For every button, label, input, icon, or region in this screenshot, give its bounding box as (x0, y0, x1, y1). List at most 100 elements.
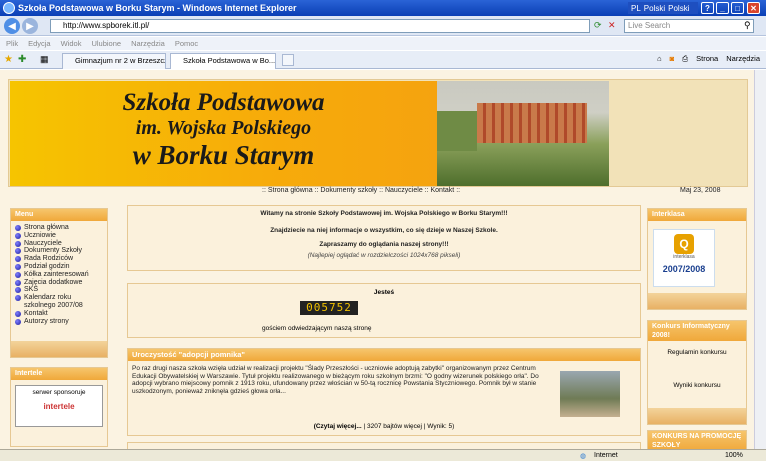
banner-line-2: im. Wojska Polskiego (135, 117, 312, 139)
tools-menu[interactable]: Narzędzia (726, 54, 760, 64)
sponsor-banner[interactable]: serwer sponsoruje intertele (15, 385, 103, 427)
interklasa-footer (648, 293, 746, 309)
nav-documents[interactable]: Dokumenty szkoły (320, 187, 377, 194)
menu-item-label: Dokumenty Szkoły (24, 247, 82, 255)
menu-bar: Plik Edycja Widok Ulubione Narzędzia Pom… (0, 37, 766, 50)
zone-label: Internet (594, 452, 618, 459)
menu-view[interactable]: Widok (61, 39, 82, 48)
menu-item-label: Autorzy strony (24, 317, 69, 325)
menu-item-label: Podział godzin (24, 262, 70, 270)
top-navigation: :: Strona główna :: Dokumenty szkoły :: … (262, 187, 461, 194)
intertele-box: Intertele serwer sponsoruje intertele (10, 367, 108, 447)
menu-item-label: SKS (24, 286, 39, 294)
menu-file[interactable]: Plik (6, 39, 18, 48)
interklasa-year: 2007/2008 (662, 264, 706, 274)
menu-item-label: Uczniowie (24, 231, 56, 239)
menu-box-footer (11, 341, 107, 357)
menu-item[interactable]: Kontakt (15, 310, 103, 318)
menu-item-label: Nauczyciele (24, 239, 62, 247)
tab-szkola-label: Szkoła Podstawowa w Bo... (183, 56, 276, 65)
tab-bar: ★ ✚ ▦ Gimnazjum nr 2 w Brzeszczach Szkoł… (0, 51, 766, 69)
welcome-line-2: Znajdziecie na niej informacje o wszystk… (270, 227, 498, 234)
bullet-icon (15, 232, 21, 239)
url-input[interactable]: http://www.spborek.itl.pl/ (50, 19, 590, 33)
konkurs-regulamin-link[interactable]: Regulamin konkursu (648, 349, 746, 356)
menu-edit[interactable]: Edycja (28, 39, 51, 48)
nav-contact[interactable]: Kontakt (431, 187, 455, 194)
sponsor-text: serwer sponsoruje (32, 389, 86, 396)
maximize-icon[interactable]: □ (731, 2, 744, 14)
page-scrollbar[interactable] (754, 70, 766, 449)
add-favorite-icon[interactable]: ✚ (18, 54, 26, 65)
page-content: Szkoła Podstawowa im. Wojska Polskiego w… (0, 70, 766, 449)
menu-favorites[interactable]: Ulubione (91, 39, 121, 48)
stop-icon[interactable]: ✕ (608, 20, 616, 31)
menu-item[interactable]: Dokumenty Szkoły (15, 247, 103, 255)
welcome-resolution-note: (Najlepiej oglądać w rozdzielczości 1024… (307, 252, 461, 259)
lang-name-2: Polski (668, 3, 690, 13)
bullet-icon (15, 287, 21, 294)
menu-item[interactable]: Autorzy strony (15, 318, 103, 326)
favorites-star-icon[interactable]: ★ (4, 54, 13, 65)
menu-item[interactable]: SKS (15, 286, 103, 294)
language-bar[interactable]: PL Polski Polski (628, 2, 698, 14)
konkurs-wyniki-link[interactable]: Wyniki konkursu (648, 382, 746, 389)
page-menu[interactable]: Strona (696, 54, 718, 64)
site-banner: Szkoła Podstawowa im. Wojska Polskiego w… (8, 79, 748, 187)
next-article-box (127, 442, 641, 449)
counter-text: gościem odwiedzającym naszą stronę (262, 325, 372, 332)
menu-item[interactable]: Nauczyciele (15, 240, 103, 248)
home-icon[interactable]: ⌂ (657, 54, 662, 64)
interklasa-badge[interactable]: Q interklasa 2007/2008 (653, 229, 715, 287)
lang-name: Polski (643, 3, 666, 13)
intertele-logo: intertele (43, 402, 75, 411)
window-titlebar: Szkoła Podstawowa w Borku Starym - Windo… (0, 0, 766, 16)
menu-item[interactable]: Kalendarz roku szkolnego 2007/08 (15, 294, 103, 310)
back-icon[interactable]: ◀ (4, 18, 20, 34)
feeds-icon[interactable]: ◙ (670, 54, 675, 64)
menu-item[interactable]: Uczniowie (15, 232, 103, 240)
quick-tabs-icon[interactable]: ▦ (40, 54, 49, 65)
menu-item[interactable]: Podział godzin (15, 263, 103, 271)
interklasa-box: Interklasa Q interklasa 2007/2008 (647, 208, 747, 310)
window-title: Szkoła Podstawowa w Borku Starym - Windo… (18, 3, 297, 13)
menu-help[interactable]: Pomoc (175, 39, 198, 48)
menu-item-label: Rada Rodziców (24, 255, 74, 263)
nav-teachers[interactable]: Nauczyciele (385, 187, 423, 194)
article-photo[interactable] (560, 371, 620, 417)
promocja-box: KONKURS NA PROMOCJĘ SZKOŁY (647, 430, 747, 449)
menu-item-label: Kółka zainteresowań (24, 270, 89, 278)
zoom-level[interactable]: 100% (725, 452, 743, 459)
search-input[interactable]: Live Search (624, 19, 754, 33)
menu-item[interactable]: Strona główna (15, 224, 103, 232)
ie-icon (3, 2, 15, 14)
bullet-icon (15, 263, 21, 270)
print-icon[interactable]: ⎙ (682, 54, 688, 64)
menu-item[interactable]: Zajęcia dodatkowe (15, 279, 103, 287)
menu-item[interactable]: Kółka zainteresowań (15, 271, 103, 279)
bullet-icon (15, 295, 21, 302)
minimize-icon[interactable]: _ (716, 2, 729, 14)
search-icon[interactable]: ⚲ (744, 20, 751, 31)
article-title[interactable]: Uroczystość "adopcji pomnika" (128, 349, 640, 361)
lang-code: PL (631, 3, 641, 13)
counter-title: Jesteś (373, 289, 395, 296)
menu-tools[interactable]: Narzędzia (131, 39, 165, 48)
current-date: Maj 23, 2008 (680, 187, 721, 194)
welcome-line-1: Witamy na stronie Szkoły Podstawowej im.… (260, 210, 508, 217)
welcome-box: Witamy na stronie Szkoły Podstawowej im.… (127, 205, 641, 271)
new-tab-icon[interactable] (282, 54, 294, 66)
banner-line-3: w Borku Starym (132, 140, 315, 170)
nav-home[interactable]: Strona główna (268, 187, 313, 194)
tab-szkola[interactable]: Szkoła Podstawowa w Bo... (170, 53, 276, 69)
help-button[interactable]: ? (701, 2, 714, 14)
read-more-link[interactable]: (Czytaj więcej... (314, 423, 362, 430)
bullet-icon (15, 318, 21, 325)
status-bar: ◍ Internet 100% (0, 449, 766, 461)
menu-item[interactable]: Rada Rodziców (15, 255, 103, 263)
refresh-icon[interactable]: ⟳ (594, 20, 602, 31)
close-icon[interactable]: ✕ (747, 2, 760, 14)
menu-box-title: Menu (11, 209, 107, 221)
tab-gimnazjum[interactable]: Gimnazjum nr 2 w Brzeszczach (62, 53, 166, 69)
forward-icon[interactable]: ▶ (22, 18, 38, 34)
